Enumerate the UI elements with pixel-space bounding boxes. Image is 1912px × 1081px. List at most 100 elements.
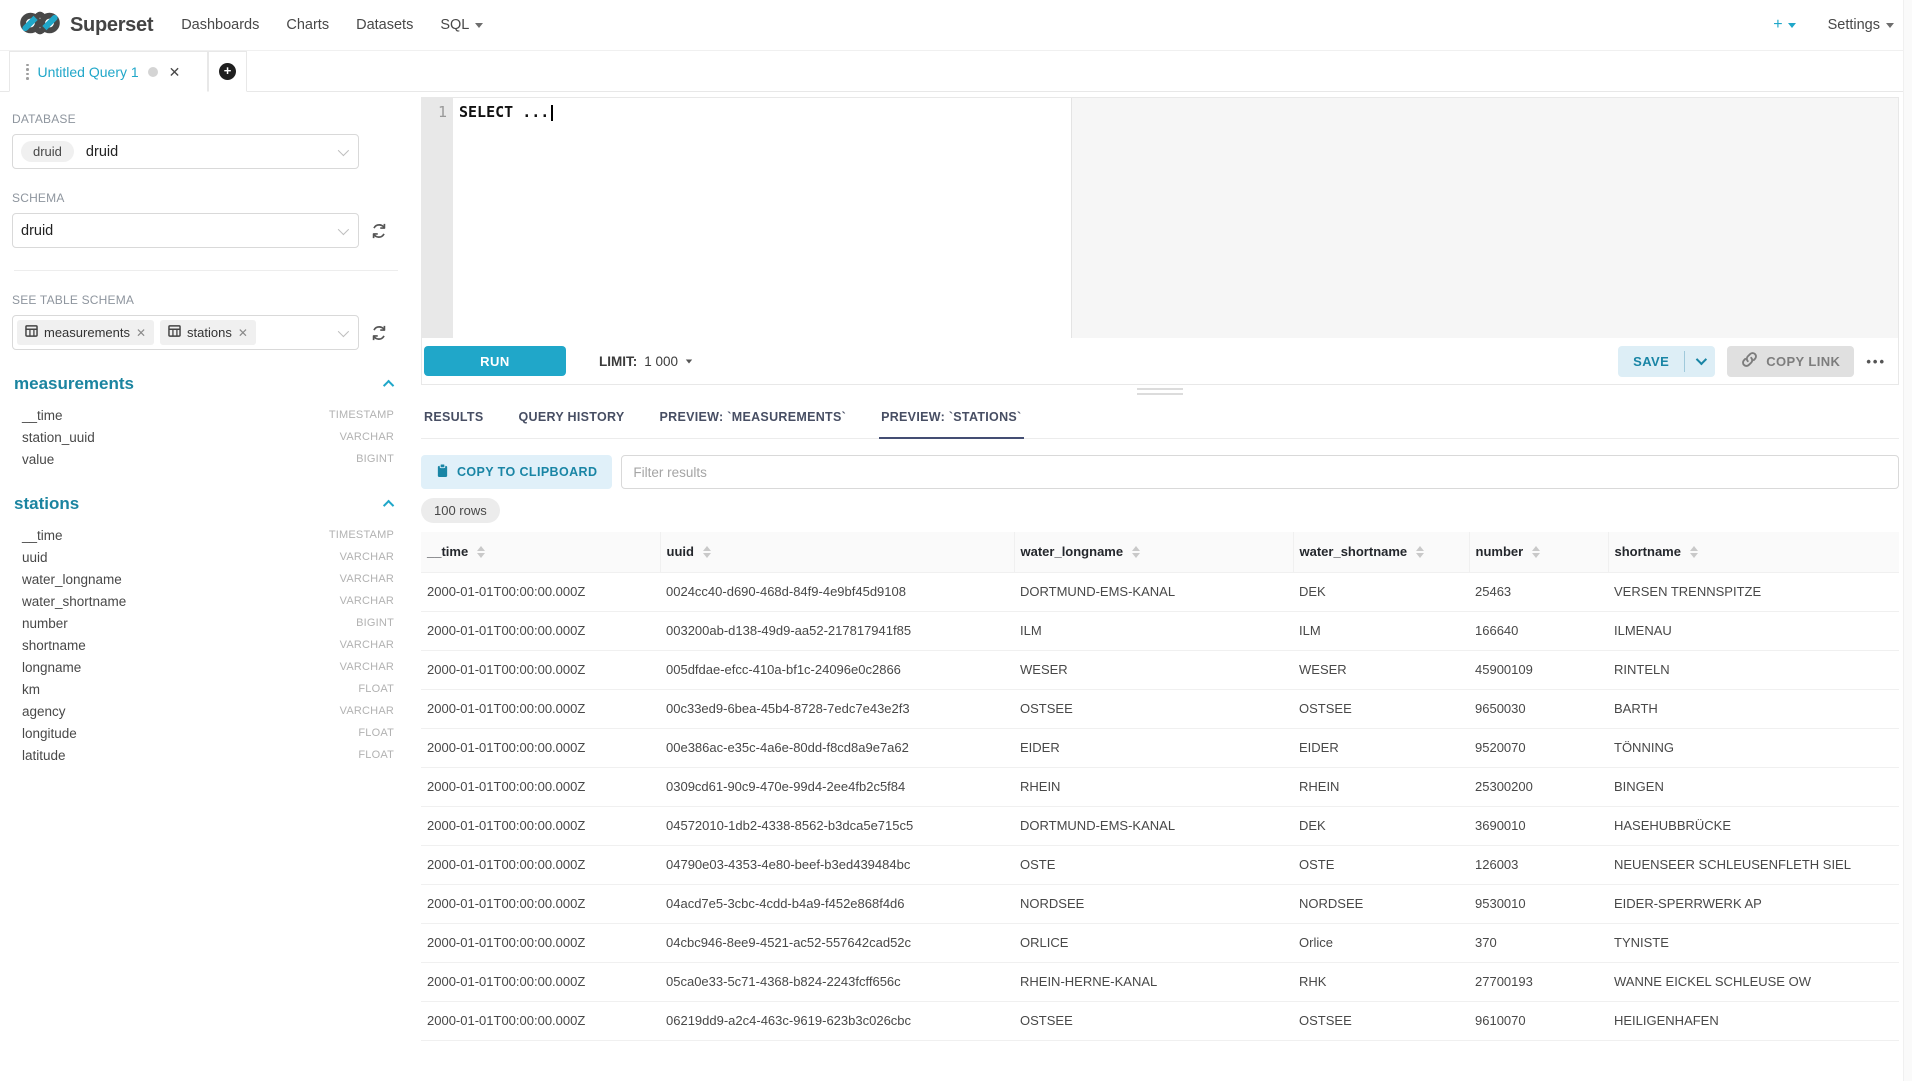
column-header-__time[interactable]: __time bbox=[421, 532, 660, 572]
table-cell: EIDER-SPERRWERK AP bbox=[1608, 884, 1899, 923]
column-type: BIGINT bbox=[356, 617, 394, 629]
column-header-label: number bbox=[1476, 544, 1524, 559]
table-select[interactable]: measurements✕stations✕ bbox=[12, 315, 359, 350]
copy-link-button[interactable]: COPY LINK bbox=[1727, 346, 1854, 377]
table-row: 2000-01-01T00:00:00.000Z04790e03-4353-4e… bbox=[421, 845, 1899, 884]
refresh-tables-icon[interactable] bbox=[369, 323, 389, 343]
table-cell: 005dfdae-efcc-410a-bf1c-24096e0c2866 bbox=[660, 650, 1014, 689]
limit-dropdown[interactable]: LIMIT: 1 000 bbox=[599, 354, 693, 369]
sort-icon[interactable] bbox=[477, 546, 485, 558]
table-cell: WESER bbox=[1014, 650, 1293, 689]
table-cell: ILMENAU bbox=[1608, 611, 1899, 650]
column-header-water_longname[interactable]: water_longname bbox=[1014, 532, 1293, 572]
schema-column-row: longnameVARCHAR bbox=[12, 656, 400, 678]
superset-brand[interactable]: Superset bbox=[18, 10, 153, 41]
table-cell: DORTMUND-EMS-KANAL bbox=[1014, 572, 1293, 611]
editor-toolbar: RUN LIMIT: 1 000 SAVE bbox=[422, 338, 1898, 384]
table-cell: 27700193 bbox=[1469, 962, 1608, 1001]
nav-item-sql[interactable]: SQL bbox=[440, 17, 483, 33]
table-cell: 0024cc40-d690-468d-84f9-4e9bf45d9108 bbox=[660, 572, 1014, 611]
column-header-number[interactable]: number bbox=[1469, 532, 1608, 572]
main-nav: Dashboards Charts Datasets SQL bbox=[181, 17, 1773, 33]
table-cell: 9650030 bbox=[1469, 689, 1608, 728]
sql-editor-box: 1 SELECT ... RUN LIMIT: 1 000 SA bbox=[421, 97, 1899, 385]
column-name: water_longname bbox=[22, 572, 122, 587]
new-query-tab-button[interactable]: + bbox=[208, 51, 247, 92]
schema-select[interactable]: druid bbox=[12, 213, 359, 248]
query-tab-title[interactable]: Untitled Query 1 bbox=[38, 64, 139, 80]
table-cell: 2000-01-01T00:00:00.000Z bbox=[421, 650, 660, 689]
result-tab-results[interactable]: RESULTS bbox=[422, 401, 486, 439]
remove-chip-icon[interactable]: ✕ bbox=[238, 326, 248, 340]
add-new-menu[interactable]: + bbox=[1773, 16, 1795, 34]
query-tab-untitled[interactable]: Untitled Query 1 ✕ bbox=[9, 51, 208, 92]
database-select[interactable]: druid druid bbox=[12, 134, 359, 169]
remove-chip-icon[interactable]: ✕ bbox=[136, 326, 146, 340]
sort-icon[interactable] bbox=[1532, 546, 1540, 558]
drag-grip-icon[interactable] bbox=[26, 64, 29, 80]
page-scrollbar[interactable] bbox=[1903, 0, 1912, 1081]
settings-menu[interactable]: Settings bbox=[1828, 17, 1894, 33]
refresh-schema-icon[interactable] bbox=[369, 221, 389, 241]
sql-editor[interactable]: 1 SELECT ... bbox=[422, 98, 1898, 338]
table-row: 2000-01-01T00:00:00.000Z0024cc40-d690-46… bbox=[421, 572, 1899, 611]
result-tab-preview-stations-[interactable]: PREVIEW: `STATIONS` bbox=[879, 401, 1023, 439]
schema-column-row: __timeTIMESTAMP bbox=[12, 524, 400, 546]
column-name: __time bbox=[22, 528, 63, 543]
sort-icon[interactable] bbox=[1416, 546, 1424, 558]
column-header-water_shortname[interactable]: water_shortname bbox=[1293, 532, 1469, 572]
column-name: uuid bbox=[22, 550, 48, 565]
nav-item-datasets[interactable]: Datasets bbox=[356, 17, 413, 33]
result-tab-preview-measurements-[interactable]: PREVIEW: `MEASUREMENTS` bbox=[658, 401, 849, 439]
schema-column-row: station_uuidVARCHAR bbox=[12, 426, 400, 448]
column-name: agency bbox=[22, 704, 66, 719]
collapse-icon[interactable] bbox=[383, 380, 394, 391]
chevron-down-icon bbox=[686, 359, 692, 363]
table-cell: WANNE EICKEL SCHLEUSE OW bbox=[1608, 962, 1899, 1001]
column-name: value bbox=[22, 452, 54, 467]
table-cell: OSTE bbox=[1014, 845, 1293, 884]
table-cell: 2000-01-01T00:00:00.000Z bbox=[421, 845, 660, 884]
sql-code[interactable]: SELECT ... bbox=[459, 103, 549, 121]
nav-item-dashboards[interactable]: Dashboards bbox=[181, 17, 259, 33]
table-row: 2000-01-01T00:00:00.000Z05ca0e33-5c71-43… bbox=[421, 962, 1899, 1001]
sort-icon[interactable] bbox=[1132, 546, 1140, 558]
filter-results-input[interactable] bbox=[621, 455, 1899, 489]
table-cell: RHEIN-HERNE-KANAL bbox=[1014, 962, 1293, 1001]
table-chip-measurements[interactable]: measurements✕ bbox=[17, 320, 154, 345]
column-header-shortname[interactable]: shortname bbox=[1608, 532, 1899, 572]
database-engine-badge: druid bbox=[21, 141, 74, 162]
copy-to-clipboard-button[interactable]: COPY TO CLIPBOARD bbox=[421, 455, 612, 489]
table-row: 2000-01-01T00:00:00.000Z04acd7e5-3cbc-4c… bbox=[421, 884, 1899, 923]
sort-icon[interactable] bbox=[703, 546, 711, 558]
table-cell: 2000-01-01T00:00:00.000Z bbox=[421, 572, 660, 611]
table-row: 2000-01-01T00:00:00.000Z005dfdae-efcc-41… bbox=[421, 650, 1899, 689]
table-cell: 9610070 bbox=[1469, 1001, 1608, 1040]
schema-column-row: numberBIGINT bbox=[12, 612, 400, 634]
column-name: __time bbox=[22, 408, 63, 423]
table-cell: NEUENSEER SCHLEUSENFLETH SIEL bbox=[1608, 845, 1899, 884]
save-button[interactable]: SAVE bbox=[1618, 346, 1684, 377]
sql-lab-sidebar: DATABASE druid druid SCHEMA druid bbox=[0, 92, 412, 766]
column-header-uuid[interactable]: uuid bbox=[660, 532, 1014, 572]
table-chip-stations[interactable]: stations✕ bbox=[160, 320, 256, 345]
table-cell: 3690010 bbox=[1469, 806, 1608, 845]
table-cell: BARTH bbox=[1608, 689, 1899, 728]
column-header-label: shortname bbox=[1615, 544, 1681, 559]
table-cell: 00e386ac-e35c-4a6e-80dd-f8cd8a9e7a62 bbox=[660, 728, 1014, 767]
result-tab-query-history[interactable]: QUERY HISTORY bbox=[517, 401, 627, 439]
save-options-button[interactable] bbox=[1685, 346, 1715, 377]
schema-table-name[interactable]: stations bbox=[14, 494, 79, 514]
sort-icon[interactable] bbox=[1690, 546, 1698, 558]
run-button[interactable]: RUN bbox=[424, 346, 566, 376]
table-cell: 0309cd61-90c9-470e-99d4-2ee4fb2c5f84 bbox=[660, 767, 1014, 806]
collapse-icon[interactable] bbox=[383, 500, 394, 511]
schema-table-name[interactable]: measurements bbox=[14, 374, 134, 394]
pane-resize-handle[interactable] bbox=[421, 385, 1899, 397]
more-actions-button[interactable]: ••• bbox=[1864, 350, 1888, 373]
chevron-down-icon bbox=[475, 23, 483, 28]
nav-item-charts[interactable]: Charts bbox=[286, 17, 329, 33]
results-table: __timeuuidwater_longnamewater_shortname n… bbox=[421, 532, 1899, 1041]
close-tab-icon[interactable]: ✕ bbox=[169, 65, 181, 79]
table-cell: 9520070 bbox=[1469, 728, 1608, 767]
